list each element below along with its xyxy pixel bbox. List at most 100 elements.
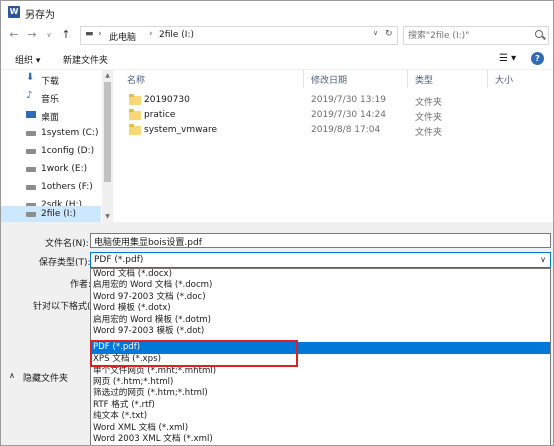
sidebar-item-label: 下载 [41,77,60,87]
filetype-option[interactable]: Word 2003 XML 文档 (*.xml) [91,434,550,445]
sidebar-item-drive-d[interactable]: 1config (D:) [1,142,101,160]
sidebar-item-label: 音乐 [41,95,60,105]
filetype-value: PDF (*.pdf) [94,255,144,265]
drive-icon [26,212,36,217]
chevron-down-icon[interactable]: ∨ [540,255,546,264]
recent-chevron-icon[interactable]: ∨ [42,27,56,43]
navigation-scrollbar[interactable]: ▲ ▼ [102,70,113,222]
option-label: 启用宏的 Word 文档 (*.docm) [93,280,213,291]
sidebar-item-drive-c[interactable]: 1system (C:) [1,124,101,142]
sidebar-item-drive-e[interactable]: 1work (E:) [1,160,101,178]
drive-icon [26,185,36,190]
address-dropdown-icon[interactable]: ∨ [373,29,378,37]
author-label: 作者: [70,280,92,290]
filetype-option[interactable]: 网页 (*.htm;*.html) [91,377,550,388]
file-row[interactable]: system_vmware 2019/8/8 17:04 文件夹 [117,123,553,138]
address-bar[interactable]: ▬ › 此电脑 › 2file (I:) ∨ ↻ [80,26,398,45]
sidebar-item-drive-f[interactable]: 1others (F:) [1,178,101,196]
option-label: Word 97-2003 文档 (*.doc) [93,291,206,302]
filetype-option[interactable]: Word 97-2003 模板 (*.dot) [91,326,550,337]
filetype-option[interactable]: 单个文件网页 (*.mht;*.mhtml) [91,366,550,377]
help-icon[interactable]: ? [531,52,544,65]
breadcrumb-separator: › [98,29,102,39]
file-list: 名称 修改日期 类型 大小 20190730 2019/7/30 13:19 文… [117,70,553,222]
option-label: Word 97-2003 模板 (*.dot) [93,326,205,336]
file-modified: 2019/7/30 14:24 [311,110,386,120]
new-folder-button[interactable]: 新建文件夹 [63,53,108,66]
column-divider[interactable] [487,70,488,88]
file-name: pratice [144,110,176,120]
filetype-option[interactable]: Word 文档 (*.docx) [91,269,550,280]
option-label: Word XML 文档 (*.xml) [93,422,189,433]
filename-field[interactable]: 电脑使用集显bois设置.pdf [90,233,551,248]
navigation-bar: ← → ∨ ↑ ▬ › 此电脑 › 2file (I:) ∨ ↻ [1,23,553,47]
option-label: Word 文档 (*.docx) [93,269,172,279]
option-label: 筛选过的网页 (*.htm;*.html) [93,388,208,399]
column-divider[interactable] [303,70,304,88]
scroll-up-icon[interactable]: ▲ [103,71,112,80]
file-row[interactable]: pratice 2019/7/30 14:24 文件夹 [117,108,553,123]
option-label: 启用宏的 Word 模板 (*.dotm) [93,314,212,325]
column-header-modified[interactable]: 修改日期 [311,73,347,86]
filetype-option[interactable]: 启用宏的 Word 文档 (*.docm) [91,280,550,291]
up-arrow-icon[interactable]: ↑ [59,27,73,43]
column-divider[interactable] [407,70,408,88]
drive-icon [26,149,36,154]
view-options-icon[interactable]: ☰ ▾ [499,53,516,64]
column-header-size[interactable]: 大小 [495,73,513,86]
breadcrumb-current[interactable]: 2file (I:) [159,30,194,40]
column-header-name[interactable]: 名称 [127,73,145,86]
filetype-option[interactable]: 启用宏的 Word 模板 (*.dotm) [91,315,550,326]
file-name: system_vmware [144,125,218,135]
column-header-type[interactable]: 类型 [415,73,433,86]
scrollbar-thumb[interactable] [104,82,111,182]
file-modified: 2019/7/30 13:19 [311,95,386,105]
optimize-label: 针对以下格式( [33,302,91,312]
sidebar-item-label: 1system (C:) [41,128,99,138]
option-label: Word 2003 XML 文档 (*.xml) [93,434,213,444]
sidebar-item-label: 2file (I:) [41,209,77,219]
option-label: 网页 (*.htm;*.html) [93,377,174,387]
search-box[interactable] [403,26,549,45]
filetype-option[interactable]: Word 模板 (*.dotx) [91,303,550,314]
sidebar-item-music[interactable]: ♪ 音乐 [1,88,101,106]
horizontal-scrollbar[interactable] [1,222,553,232]
sidebar-item-drive-i[interactable]: 2file (I:) [1,206,101,222]
filetype-option[interactable]: 纯文本 (*.txt) [91,411,550,422]
music-icon: ♪ [26,90,33,101]
folder-icon [129,124,141,135]
refresh-icon[interactable]: ↻ [385,29,393,39]
filetype-option[interactable]: Word 97-2003 文档 (*.doc) [91,292,550,303]
drive-icon [26,131,36,136]
navigation-pane: ⬇ 下载 ♪ 音乐 桌面 1system (C:) 1config (D:) 1… [1,70,113,222]
sidebar-item-downloads[interactable]: ⬇ 下载 [1,70,101,88]
search-icon [535,30,543,38]
scroll-down-icon[interactable]: ▼ [103,212,112,221]
option-label: 纯文本 (*.txt) [93,411,148,422]
search-input[interactable] [408,29,528,42]
sidebar-item-label: 1others (F:) [41,182,93,192]
chevron-up-icon: ∧ [9,371,15,380]
file-row[interactable]: 20190730 2019/7/30 13:19 文件夹 [117,93,553,108]
word-app-icon: W [8,6,20,18]
sidebar-item-desktop[interactable]: 桌面 [1,106,101,124]
organize-button[interactable]: 组织 ▾ [15,53,40,66]
back-arrow-icon[interactable]: ← [7,27,21,43]
option-label: RTF 格式 (*.rtf) [93,399,155,410]
filetype-option[interactable]: Word XML 文档 (*.xml) [91,423,550,434]
breadcrumb-separator: › [149,29,153,39]
breadcrumb-this-pc[interactable]: 此电脑 [109,30,136,43]
file-type: 文件夹 [415,98,443,108]
save-as-dialog: W 另存为 ← → ∨ ↑ ▬ › 此电脑 › 2file (I:) ∨ ↻ 组… [0,0,554,446]
folder-icon [129,94,141,105]
forward-arrow-icon[interactable]: → [25,27,39,43]
option-label: 单个文件网页 (*.mht;*.mhtml) [93,365,217,376]
desktop-icon [26,111,36,118]
folder-icon [129,109,141,120]
filetype-option[interactable]: RTF 格式 (*.rtf) [91,400,550,411]
sidebar-item-label: 桌面 [41,113,60,123]
filetype-option[interactable]: 筛选过的网页 (*.htm;*.html) [91,388,550,399]
filetype-label: 保存类型(T): [39,258,91,268]
sidebar-item-label: 1config (D:) [41,146,95,156]
filetype-select[interactable]: PDF (*.pdf) ∨ [90,252,551,268]
